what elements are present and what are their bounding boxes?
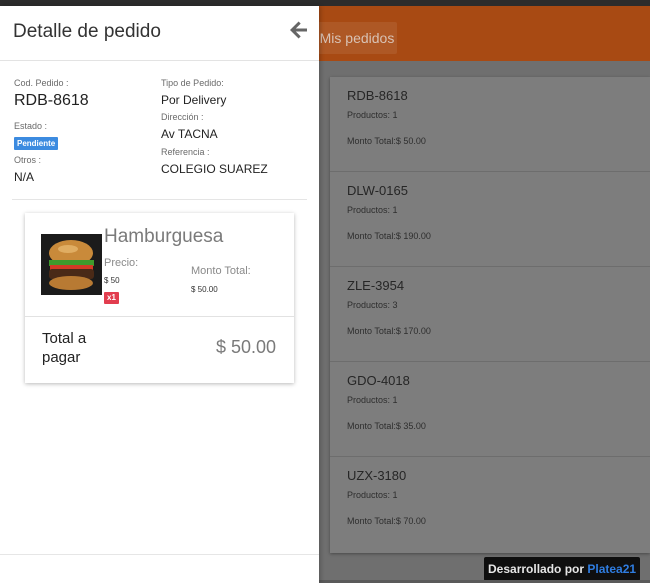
order-list-item[interactable]: GDO-4018 Productos: 1 Monto Total:$ 35.0… bbox=[330, 362, 650, 457]
order-total: Monto Total:$ 170.00 bbox=[347, 326, 431, 336]
tipo-pedido-label: Tipo de Pedido: bbox=[161, 78, 224, 88]
order-total: Monto Total:$ 70.00 bbox=[347, 516, 426, 526]
referencia-value: COLEGIO SUAREZ bbox=[161, 162, 268, 176]
quantity-badge: x1 bbox=[104, 292, 119, 304]
panel-footer-divider bbox=[0, 554, 319, 555]
order-code: DLW-0165 bbox=[347, 183, 408, 198]
arrow-left-icon[interactable] bbox=[287, 18, 311, 42]
referencia-label: Referencia : bbox=[161, 147, 210, 157]
otros-value: N/A bbox=[14, 170, 35, 184]
order-detail-panel: Detalle de pedido Cod. Pedido : RDB-8618… bbox=[0, 6, 319, 583]
developer-credit[interactable]: Desarrollado por Platea21 bbox=[484, 557, 640, 581]
panel-title: Detalle de pedido bbox=[13, 21, 161, 42]
divider bbox=[12, 199, 307, 200]
monto-total-value: $ 50.00 bbox=[191, 285, 218, 294]
credit-prefix: Desarrollado por bbox=[488, 562, 585, 576]
product-name: Hamburguesa bbox=[104, 226, 224, 247]
order-code: RDB-8618 bbox=[347, 88, 408, 103]
order-code: GDO-4018 bbox=[347, 373, 410, 388]
nav-mis-pedidos-button[interactable]: Mis pedidos bbox=[317, 22, 397, 54]
order-total: Monto Total:$ 190.00 bbox=[347, 231, 431, 241]
direccion-label: Dirección : bbox=[161, 112, 204, 122]
credit-brand-link[interactable]: Platea21 bbox=[587, 562, 636, 576]
order-products: Productos: 1 bbox=[347, 205, 398, 215]
status-badge: Pendiente bbox=[14, 137, 59, 150]
price-value: $ 50 bbox=[104, 276, 120, 285]
order-total: Monto Total:$ 35.00 bbox=[347, 421, 426, 431]
cod-pedido-label: Cod. Pedido : bbox=[14, 78, 69, 88]
estado-label: Estado : bbox=[14, 121, 48, 131]
order-products: Productos: 1 bbox=[347, 395, 398, 405]
total-pagar-label: Total a pagar bbox=[42, 330, 87, 366]
orders-list: RDB-8618 Productos: 1 Monto Total:$ 50.0… bbox=[330, 77, 650, 553]
order-list-item[interactable]: DLW-0165 Productos: 1 Monto Total:$ 190.… bbox=[330, 172, 650, 267]
order-products: Productos: 3 bbox=[347, 300, 398, 310]
monto-total-label: Monto Total: bbox=[191, 265, 251, 277]
order-products: Productos: 1 bbox=[347, 110, 398, 120]
cod-pedido-value: RDB-8618 bbox=[14, 92, 89, 109]
order-item-card: Hamburguesa Precio: $ 50 x1 Monto Total:… bbox=[25, 213, 294, 383]
otros-label: Otros : bbox=[14, 155, 42, 165]
order-list-item[interactable]: ZLE-3954 Productos: 3 Monto Total:$ 170.… bbox=[330, 267, 650, 362]
panel-header: Detalle de pedido bbox=[0, 6, 319, 61]
order-list-item[interactable]: UZX-3180 Productos: 1 Monto Total:$ 70.0… bbox=[330, 457, 650, 552]
direccion-value: Av TACNA bbox=[161, 127, 218, 141]
order-total: Monto Total:$ 50.00 bbox=[347, 136, 426, 146]
order-code: ZLE-3954 bbox=[347, 278, 405, 293]
back-button[interactable] bbox=[287, 18, 311, 42]
price-label: Precio: bbox=[104, 257, 139, 269]
total-pagar-value: $ 50.00 bbox=[215, 337, 276, 357]
tipo-pedido-value: Por Delivery bbox=[161, 93, 227, 107]
hamburger-image bbox=[41, 234, 102, 295]
item-divider bbox=[25, 316, 294, 317]
order-code: UZX-3180 bbox=[347, 468, 407, 483]
order-list-item[interactable]: RDB-8618 Productos: 1 Monto Total:$ 50.0… bbox=[330, 77, 650, 172]
order-products: Productos: 1 bbox=[347, 490, 398, 500]
